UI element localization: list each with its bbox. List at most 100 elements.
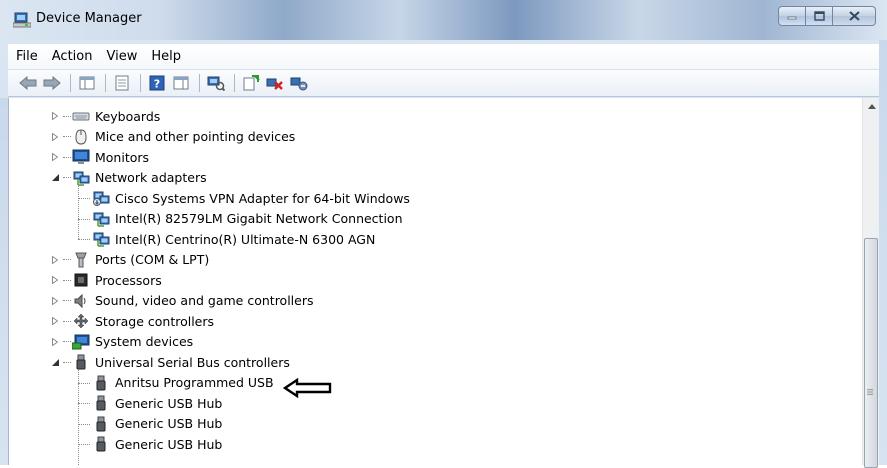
tree-item-label: Generic USB Hub — [115, 436, 223, 452]
scan-hardware-icon — [207, 76, 225, 91]
tree-category-item[interactable]: System devices — [51, 332, 193, 352]
collapse-triangle-icon[interactable] — [51, 173, 59, 183]
uninstall-device-button[interactable] — [265, 73, 285, 93]
usb-icon — [72, 354, 90, 370]
tree-connector — [63, 341, 71, 342]
tree-connector — [63, 115, 71, 117]
device-manager-app-icon — [12, 12, 32, 28]
menu-view[interactable]: View — [99, 49, 144, 64]
usb-icon — [92, 416, 110, 432]
show-hide-tree-button[interactable] — [77, 73, 97, 93]
tree-connector — [63, 320, 71, 322]
tree-branch-line — [78, 382, 90, 384]
tree-item-label: Intel(R) 82579LM Gigabit Network Connect… — [115, 211, 403, 226]
tree-child-item[interactable]: Anritsu Programmed USB — [92, 373, 274, 393]
action-pane-button[interactable] — [171, 73, 191, 93]
tree-item-label: Generic USB Hub — [115, 395, 223, 411]
tree-child-item[interactable]: Generic USB Hub — [92, 434, 222, 454]
usb-icon — [92, 375, 110, 391]
svg-text:?: ? — [154, 78, 160, 91]
tree-category-item[interactable]: Storage controllers — [51, 311, 214, 331]
tree-guide-line — [78, 370, 79, 465]
tree-item-label: Keyboards — [95, 108, 161, 124]
back-button[interactable] — [18, 73, 38, 93]
vertical-scrollbar[interactable] — [862, 98, 880, 468]
tree-child-item[interactable]: Intel(R) 82579LM Gigabit Network Connect… — [92, 209, 403, 229]
toolbar-separator — [70, 74, 71, 92]
properties-button[interactable] — [112, 73, 132, 93]
tree-connector — [63, 361, 71, 363]
sound-icon — [72, 293, 90, 309]
tree-branch-line — [78, 444, 90, 445]
tree-category-item[interactable]: Processors — [51, 270, 162, 290]
device-tree[interactable]: Keyboards Mice and other pointing devices… — [8, 98, 862, 465]
menu-action[interactable]: Action — [45, 49, 100, 64]
title-bar[interactable]: Device Manager — [0, 0, 887, 40]
system-icon — [72, 334, 90, 350]
tree-branch-line — [78, 198, 90, 199]
expand-triangle-icon[interactable] — [51, 296, 59, 306]
tree-connector — [63, 156, 71, 158]
tree-child-item[interactable]: Generic USB Hub — [92, 393, 222, 413]
tree-category-item[interactable]: Monitors — [51, 147, 149, 167]
expand-triangle-icon[interactable] — [51, 316, 59, 326]
tree-branch-line — [78, 239, 90, 240]
tree-category-item[interactable]: Keyboards — [51, 106, 160, 126]
tree-item-label: Anritsu Programmed USB — [115, 375, 274, 390]
uninstall-device-icon — [266, 78, 283, 90]
tree-category-item[interactable]: Ports (COM & LPT) — [51, 250, 209, 270]
expand-triangle-icon[interactable] — [51, 275, 59, 285]
tree-branch-line — [78, 218, 90, 220]
menu-bar: File Action View Help — [8, 44, 879, 70]
toolbar-separator — [234, 74, 235, 92]
tree-connector — [63, 279, 71, 281]
maximize-button[interactable] — [805, 6, 833, 26]
close-button[interactable] — [832, 6, 876, 26]
usb-icon — [92, 436, 110, 452]
help-button[interactable]: ? — [147, 73, 167, 93]
device-manager-window: Device Manager File Action View Help ? K… — [0, 0, 887, 468]
collapse-triangle-icon[interactable] — [51, 357, 59, 367]
tree-category-item[interactable]: Network adapters — [51, 168, 207, 188]
action-pane-icon — [173, 76, 189, 90]
expand-triangle-icon[interactable] — [51, 152, 59, 162]
forward-arrow-icon — [43, 76, 61, 90]
tree-item-label: Sound, video and game controllers — [95, 293, 314, 308]
expand-triangle-icon[interactable] — [51, 111, 59, 121]
menu-file[interactable]: File — [8, 49, 45, 64]
minimize-button[interactable] — [778, 6, 806, 26]
toolbar-separator — [199, 74, 200, 92]
back-arrow-icon — [19, 76, 37, 90]
tree-connector — [63, 136, 71, 137]
window-controls — [778, 6, 876, 26]
network-vpn-icon — [92, 190, 110, 206]
window-frame-left — [0, 98, 8, 465]
expand-triangle-icon[interactable] — [51, 255, 59, 265]
window-frame-right — [879, 40, 887, 465]
tree-guide-line — [78, 185, 79, 239]
tree-item-label: Intel(R) Centrino(R) Ultimate-N 6300 AGN — [115, 231, 376, 247]
expand-triangle-icon[interactable] — [51, 132, 59, 142]
disable-device-button[interactable] — [289, 73, 309, 93]
tree-category-item[interactable]: Mice and other pointing devices — [51, 127, 295, 147]
scan-hardware-button[interactable] — [206, 73, 226, 93]
expand-triangle-icon[interactable] — [51, 337, 59, 347]
tree-item-label: Generic USB Hub — [115, 416, 223, 431]
scrollbar-thumb[interactable] — [864, 238, 878, 468]
toolbar-separator — [105, 74, 106, 92]
tree-category-item[interactable]: Sound, video and game controllers — [51, 291, 314, 311]
update-driver-button[interactable] — [241, 73, 261, 93]
tree-child-item[interactable]: Cisco Systems VPN Adapter for 64-bit Win… — [92, 188, 410, 208]
tree-item-label: Cisco Systems VPN Adapter for 64-bit Win… — [115, 190, 410, 206]
toolbar-separator — [140, 74, 141, 92]
tree-branch-line — [78, 423, 90, 425]
tree-category-item[interactable]: Universal Serial Bus controllers — [51, 352, 290, 372]
monitor-icon — [72, 149, 90, 165]
window-title: Device Manager — [36, 11, 142, 26]
menu-help[interactable]: Help — [144, 49, 188, 64]
tree-child-item[interactable]: Generic USB Hub — [92, 414, 222, 434]
tree-child-item[interactable]: Intel(R) Centrino(R) Ultimate-N 6300 AGN — [92, 229, 375, 249]
keyboard-icon — [72, 108, 90, 124]
scroll-up-button[interactable] — [863, 98, 880, 115]
forward-button[interactable] — [42, 73, 62, 93]
